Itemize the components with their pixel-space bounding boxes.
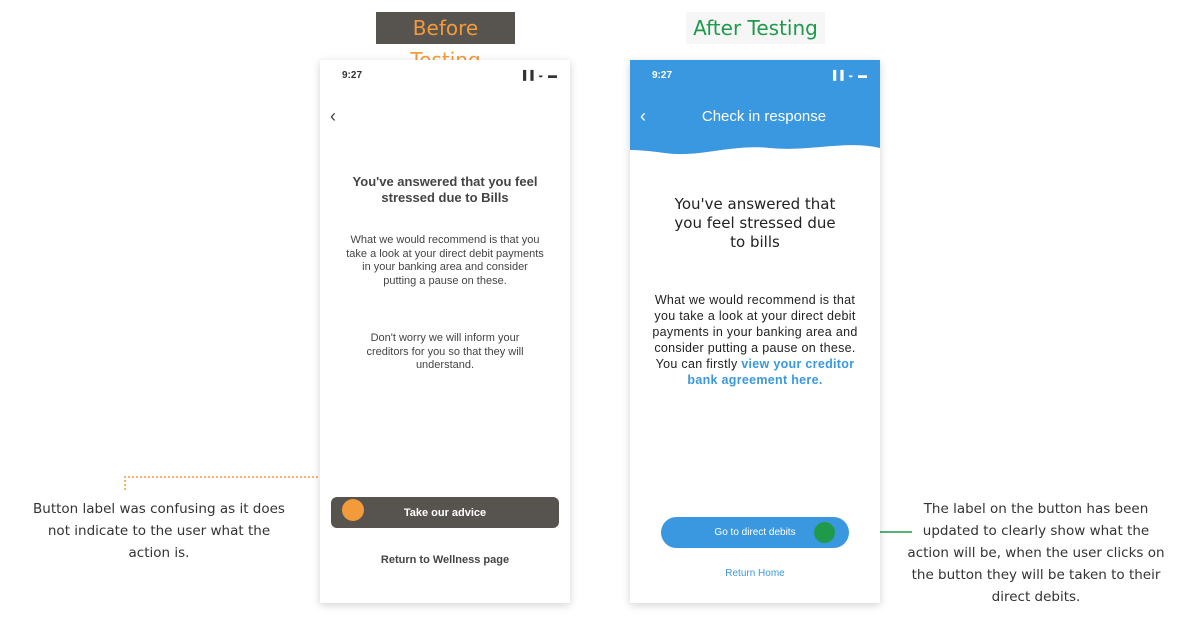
before-phone-screen: 9:27 ▐▐ ◒ ▬ ‹ You've answered that you f… — [320, 60, 570, 603]
after-phone-screen: 9:27 ▐▐ ◒ ▬ ‹ Check in response You've a… — [630, 60, 880, 603]
take-advice-button[interactable]: Take our advice — [331, 497, 559, 528]
highlight-marker — [342, 499, 364, 521]
highlight-marker — [814, 522, 835, 543]
status-time: 9:27 — [342, 70, 363, 81]
status-icons: ▐▐ ◒ ▬ — [519, 70, 558, 80]
status-icons: ▐▐ ◒ ▬ — [829, 70, 868, 80]
recommendation-text: What we would recommend is that you take… — [346, 234, 544, 287]
creditor-info-text: Don't worry we will inform your creditor… — [366, 332, 524, 371]
header-title: Check in response — [701, 108, 827, 125]
back-icon[interactable]: ‹ — [330, 106, 336, 127]
return-wellness-link[interactable]: Return to Wellness page — [345, 554, 545, 566]
before-annotation: Button label was confusing as it does no… — [33, 501, 285, 561]
recommendation-text: What we would recommend is that you take… — [650, 292, 860, 388]
stress-title: You've answered that you feel stressed d… — [352, 174, 538, 205]
back-icon[interactable]: ‹ — [640, 106, 646, 127]
after-annotation: The label on the button has been updated… — [907, 501, 1165, 605]
stress-title: You've answered that you feel stressed d… — [674, 195, 836, 251]
return-home-link[interactable]: Return Home — [655, 568, 855, 579]
status-time: 9:27 — [652, 70, 673, 81]
